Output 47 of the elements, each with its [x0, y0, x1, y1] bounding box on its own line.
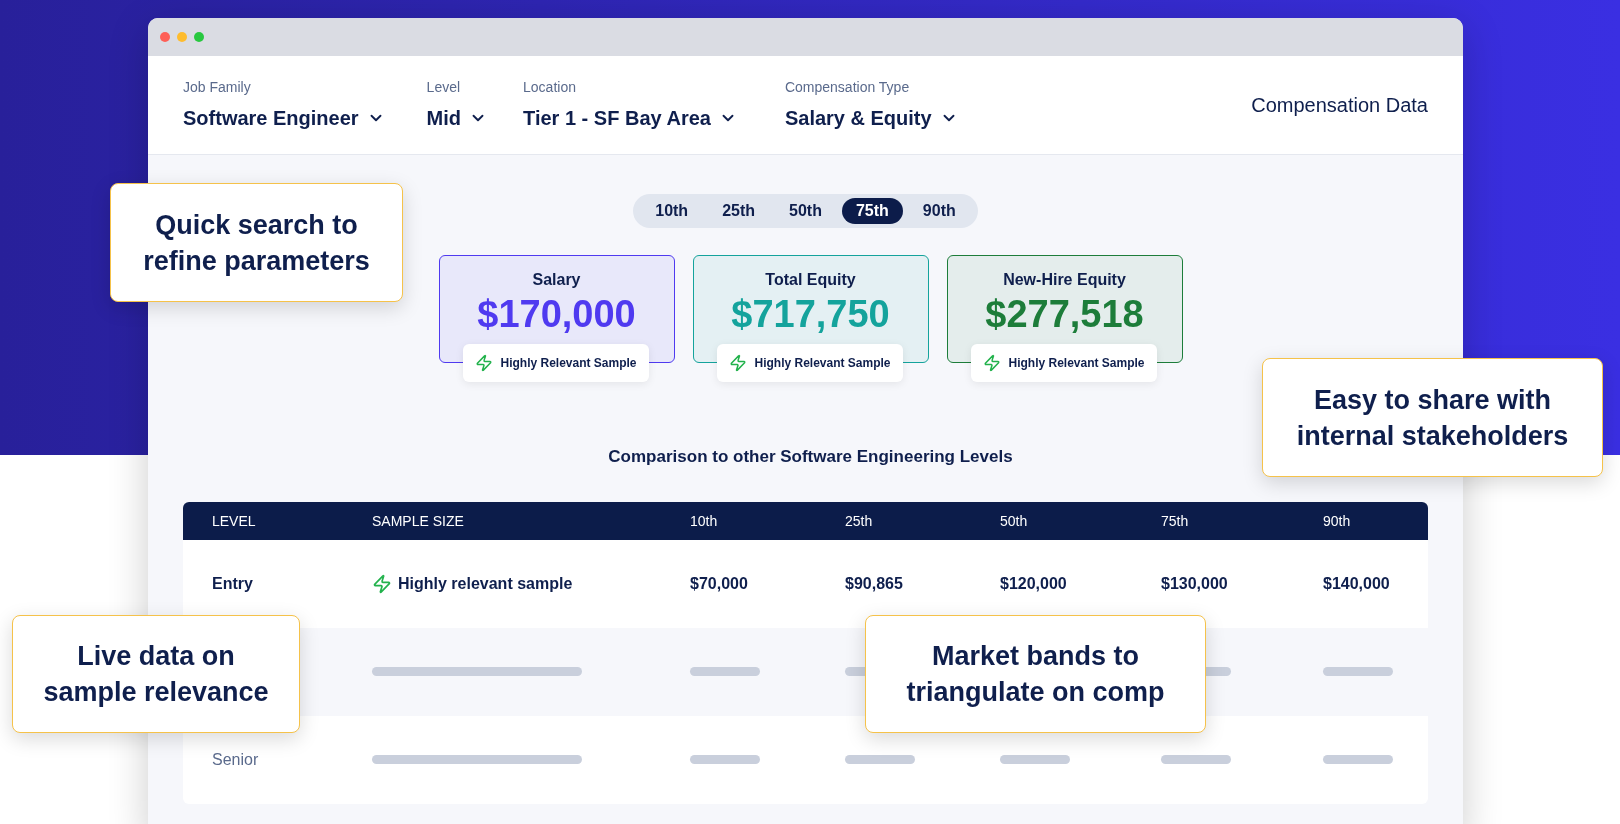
column-header: SAMPLE SIZE [372, 512, 464, 529]
value-cell: $130,000 [1161, 574, 1228, 592]
filter-label: Compensation Type [784, 78, 911, 97]
column-header: LEVEL [212, 512, 256, 529]
column-header: 10th [690, 512, 718, 529]
metric-title: Salary [532, 270, 581, 290]
lightning-icon [372, 573, 392, 594]
callout-text: Market bands to triangulate on comp [906, 640, 1165, 709]
lightning-icon [728, 354, 747, 372]
filter-label: Job Family [183, 78, 252, 97]
metric-title: New-Hire Equity [1003, 270, 1126, 290]
lightning-icon [474, 354, 493, 372]
value-cell: $90,865 [845, 574, 903, 592]
filter-dropdown[interactable]: Salary & Equity [784, 103, 958, 133]
filter-dropdown[interactable]: Tier 1 - SF Bay Area [523, 103, 737, 133]
value-cell: $140,000 [1323, 574, 1390, 592]
column-header: 25th [845, 512, 873, 529]
relevance-badge: Highly Relevant Sample [970, 344, 1157, 382]
metric-amount: $277,518 [985, 292, 1144, 336]
column-header: 50th [1000, 512, 1028, 529]
filter-dropdown[interactable]: Software Engineer [183, 103, 385, 133]
percentile-tab[interactable]: 75th [841, 198, 903, 224]
callout-text: Live data on sample relevance [43, 640, 269, 709]
percentile-tab[interactable]: 10th [641, 198, 703, 224]
metric-amount: $170,000 [477, 292, 636, 336]
header-title: Compensation Data [1251, 93, 1428, 118]
filter-label: Level [426, 78, 462, 97]
percentile-tab[interactable]: 50th [775, 198, 836, 224]
level-cell: Senior [212, 750, 259, 768]
lightning-icon [982, 354, 1001, 372]
percentile-tab[interactable]: 90th [908, 198, 970, 224]
value-cell: $70,000 [690, 574, 748, 592]
metric-amount: $717,750 [731, 292, 890, 336]
callout-text: Easy to share with internal stakeholders [1296, 383, 1569, 453]
value-cell: $120,000 [1000, 574, 1067, 592]
relevance-badge: Highly Relevant Sample [716, 344, 903, 382]
column-header: 90th [1323, 512, 1351, 529]
column-header: 75th [1161, 512, 1189, 529]
level-cell: Entry [212, 574, 253, 592]
metric-title: Total Equity [765, 270, 856, 290]
filter-dropdown[interactable]: Mid [426, 103, 488, 133]
sample-cell-text: Highly relevant sample [398, 573, 573, 594]
comparison-title: Comparison to other Software Engineering Levels [607, 446, 1014, 468]
relevance-badge: Highly Relevant Sample [462, 344, 649, 382]
filter-label: Location [523, 78, 577, 97]
percentile-tab[interactable]: 25th [708, 198, 770, 224]
callout-text: Quick search to refine parameters [143, 208, 370, 278]
